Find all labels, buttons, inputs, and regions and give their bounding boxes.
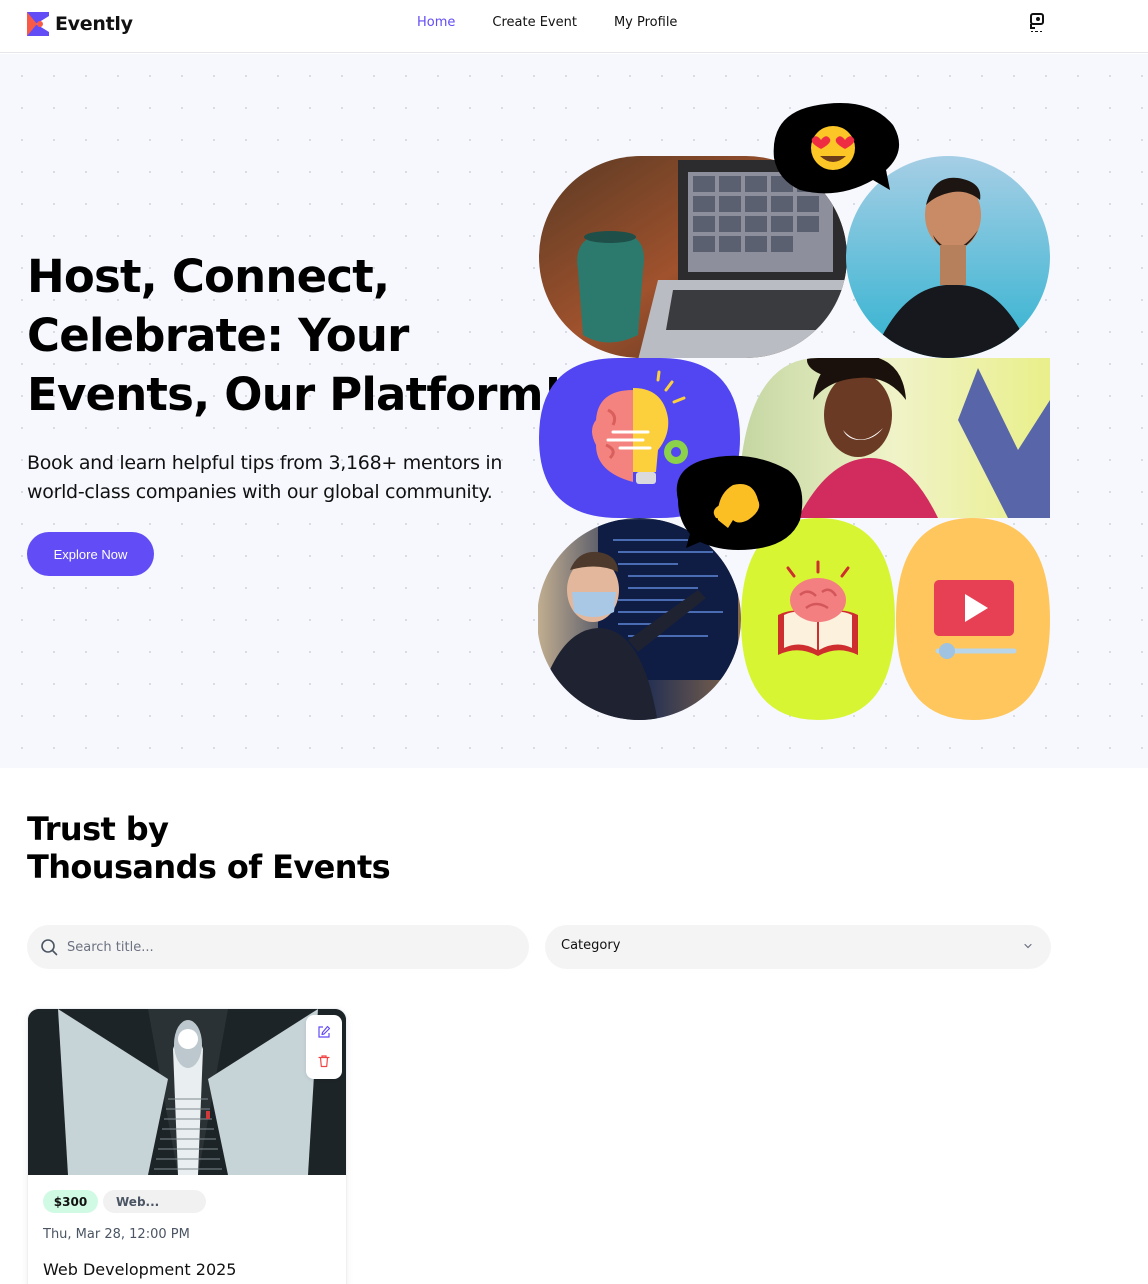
main-nav: Home Create Event My Profile <box>417 15 677 30</box>
search-input[interactable] <box>67 925 517 969</box>
event-card[interactable]: $300 Web... Thu, Mar 28, 12:00 PM Web De… <box>27 1008 347 1284</box>
hero-subtitle-line: Book and learn helpful tips from 3,168+ … <box>27 452 503 474</box>
logo[interactable]: Evently <box>27 12 133 36</box>
hero-subtitle: Book and learn helpful tips from 3,168+ … <box>27 449 547 507</box>
heart-eyes-emoji-bubble <box>773 103 900 194</box>
search-icon <box>41 939 58 956</box>
pinched-fingers-emoji-bubble <box>676 455 803 550</box>
top-navbar: Evently Home Create Event My Profile <box>0 0 1148 53</box>
user-avatar-icon[interactable] <box>1026 11 1048 35</box>
section-title-line: Trust by <box>27 810 169 848</box>
chevron-down-icon <box>1024 943 1032 949</box>
nav-item-my-profile[interactable]: My Profile <box>614 15 677 30</box>
app-name: Evently <box>55 13 133 35</box>
hero-illustration <box>538 103 1050 720</box>
hero-section: Host, Connect, Celebrate: Your Events, O… <box>0 54 1148 768</box>
category-select[interactable]: Category <box>545 925 1051 969</box>
card-actions <box>306 1015 342 1079</box>
event-date: Thu, Mar 28, 12:00 PM <box>43 1227 190 1242</box>
event-cover-image <box>28 1009 346 1175</box>
video-player-tile <box>896 518 1050 720</box>
section-title: Trust by Thousands of Events <box>27 810 391 886</box>
hero-title-line: Host, Connect, <box>27 250 390 303</box>
hero-title: Host, Connect, Celebrate: Your Events, O… <box>27 247 563 424</box>
hero-title-line: Celebrate: Your <box>27 309 409 362</box>
hero-subtitle-line: world-class companies with our global co… <box>27 481 493 503</box>
nav-item-create-event[interactable]: Create Event <box>492 15 577 30</box>
hero-title-line: Events, Our Platform! <box>27 368 563 421</box>
trash-icon[interactable] <box>317 1054 331 1068</box>
nav-item-home[interactable]: Home <box>417 15 455 30</box>
laughing-man-image <box>846 156 1050 358</box>
price-badge: $300 <box>43 1190 98 1213</box>
category-select-label: Category <box>561 938 621 953</box>
edit-icon[interactable] <box>317 1025 331 1039</box>
section-title-line: Thousands of Events <box>27 848 391 886</box>
category-badge: Web... <box>103 1190 206 1213</box>
search-bar <box>27 925 529 969</box>
explore-now-button[interactable]: Explore Now <box>27 532 154 576</box>
event-title[interactable]: Web Development 2025 <box>43 1260 236 1279</box>
brain-book-tile <box>741 518 895 720</box>
evently-logo-icon <box>27 12 49 36</box>
